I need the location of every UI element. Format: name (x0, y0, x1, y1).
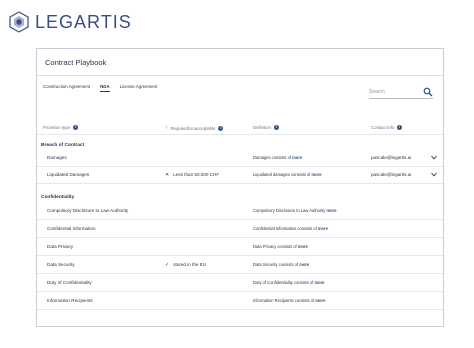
brand-logo: LEGARTIS (8, 11, 132, 33)
logo-mark-icon (9, 11, 29, 33)
definition-cell: Liquidated damages consists of more (253, 172, 322, 177)
provision-name: Duty of Confidentiality (47, 280, 92, 285)
chevron-down-icon[interactable] (431, 155, 437, 160)
column-required-label: Required/Unacceptable (170, 125, 216, 131)
provision-name: Damages (47, 155, 67, 160)
more-link[interactable]: more (312, 172, 322, 177)
column-contact[interactable]: Contact Info i (371, 125, 403, 130)
provision-name: Confidential Information (47, 226, 96, 231)
more-link[interactable]: more (318, 226, 328, 231)
column-provision[interactable]: Provision type i (43, 125, 78, 130)
chevron-down-icon[interactable] (431, 172, 437, 177)
more-link[interactable]: more (315, 298, 325, 303)
brand-name: LEGARTIS (35, 11, 132, 32)
provision-name: Data Security (47, 262, 75, 267)
cross-icon: ✕ (165, 172, 170, 178)
table-row[interactable]: Damages Damages consists of more pascale… (37, 150, 443, 167)
definition-cell: Confidential Information consists of mor… (253, 226, 328, 231)
definition-text: Duty of Confidentiality consists of (253, 280, 314, 285)
definition-cell: Data Security consists of more (253, 262, 309, 267)
column-provision-label: Provision type (43, 125, 70, 130)
more-link[interactable]: more (314, 280, 324, 285)
title-divider (37, 75, 443, 76)
section-title: Breach of Contract (41, 143, 85, 148)
definition-text: Damages consists of (253, 155, 291, 160)
definition-text: Liquidated damages consists of (253, 172, 311, 177)
info-icon[interactable]: i (73, 125, 78, 130)
requirement-cell: ✓ stored in the EU (165, 262, 206, 268)
definition-text: Data Privacy consists of (253, 244, 297, 249)
definition-cell: Duty of Confidentiality consists of more (253, 280, 324, 285)
column-definition-label: Definition (253, 125, 271, 130)
definition-text: Data Security consists of (253, 262, 299, 267)
provision-name: Liquidated Damages (47, 172, 90, 177)
search-input[interactable] (369, 89, 417, 95)
tab-nda[interactable]: NDA (100, 84, 110, 92)
definition-text: Compulsory Disclosure to Law Authority (253, 208, 326, 213)
tab-construction-agreement[interactable]: Construction Agreement (43, 84, 90, 92)
column-definition[interactable]: Definition i (253, 125, 279, 130)
definition-text: Information Recipients consists of (253, 298, 315, 303)
table-row[interactable]: Data Privacy Data Privacy consists of mo… (37, 239, 443, 256)
check-icon: ✓ (165, 262, 170, 268)
search-box (369, 87, 433, 99)
requirement-text: Less than 50.000 CHF (173, 172, 220, 177)
definition-cell: Data Privacy consists of more (253, 244, 308, 249)
table-row[interactable]: Liquidated Damages ✕ Less than 50.000 CHF… (37, 167, 443, 184)
column-required[interactable]: ↑ Required/Unacceptable i (165, 125, 224, 131)
provision-name: Information Recipients (47, 298, 93, 303)
definition-text: Confidential Information consists of (253, 226, 317, 231)
table-header: Provision type i ↑ Required/Unacceptable… (37, 123, 443, 135)
table-row[interactable]: Duty of Confidentiality Duty of Confiden… (37, 275, 443, 292)
info-icon[interactable]: i (273, 125, 279, 130)
tab-license-agreement[interactable]: License Agreement (120, 84, 158, 92)
more-link[interactable]: more (292, 155, 302, 160)
info-icon[interactable]: i (397, 125, 403, 130)
table-row[interactable]: Information Recipients Information Recip… (37, 293, 443, 310)
more-link[interactable]: more (299, 262, 309, 267)
contact-email[interactable]: pascale@legartis.ai (371, 155, 411, 160)
section-title: Confidentiality (41, 195, 75, 200)
info-icon[interactable]: i (218, 125, 224, 131)
provision-name: Compulsory Disclosure to Law Authority (47, 208, 129, 213)
table-row[interactable]: Data Security ✓ stored in the EU Data Sec… (37, 257, 443, 274)
more-link[interactable]: more (327, 208, 337, 213)
column-contact-label: Contact Info (371, 125, 395, 130)
more-link[interactable]: more (298, 244, 308, 249)
table-row[interactable]: Confidential Information Confidential In… (37, 221, 443, 238)
page-title: Contract Playbook (45, 58, 107, 67)
definition-cell: Information Recipients consists of more (253, 298, 325, 303)
table-row[interactable]: Compulsory Disclosure to Law Authority C… (37, 203, 443, 220)
playbook-panel: Contract Playbook Construction Agreement… (36, 48, 444, 327)
definition-cell: Damages consists of more (253, 155, 302, 160)
requirement-cell: ✕ Less than 50.000 CHF (165, 172, 219, 178)
requirement-text: stored in the EU (173, 262, 207, 267)
definition-cell: Compulsory Disclosure to Law Authority m… (253, 208, 337, 213)
search-icon[interactable] (423, 87, 433, 97)
agreement-tabs: Construction Agreement NDA License Agree… (43, 84, 167, 92)
arrow-up-icon: ↑ (165, 125, 168, 131)
provision-name: Data Privacy (47, 244, 74, 249)
contact-email[interactable]: pascale@legartis.ai (371, 172, 411, 177)
